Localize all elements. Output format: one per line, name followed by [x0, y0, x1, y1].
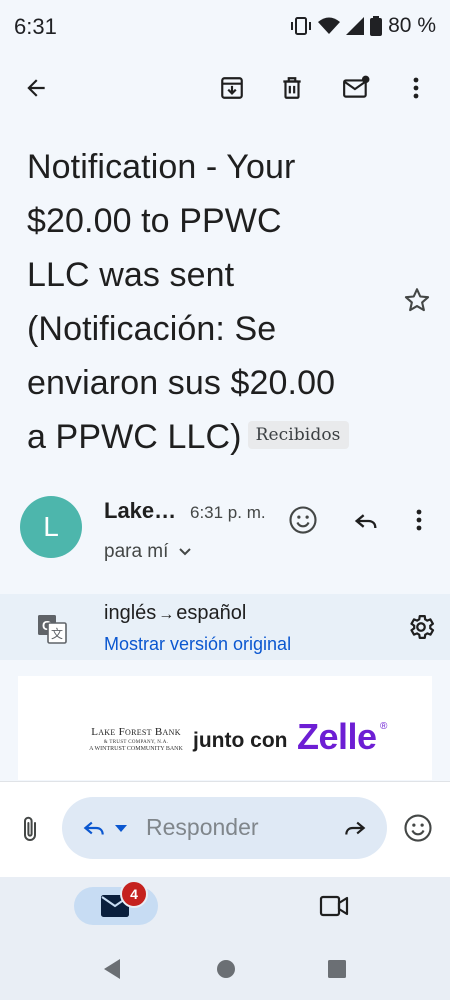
- arrow-back-icon: [23, 75, 49, 101]
- forward-button[interactable]: [341, 815, 369, 841]
- video-camera-icon: [319, 894, 349, 918]
- reply-placeholder: Responder: [146, 814, 259, 840]
- trash-icon: [279, 75, 305, 101]
- reply-type-dropdown[interactable]: [80, 815, 128, 841]
- status-icons: 80 %: [290, 14, 436, 38]
- battery-percent: 80 %: [388, 14, 436, 37]
- attach-button[interactable]: [18, 815, 42, 843]
- back-button[interactable]: [16, 68, 56, 108]
- subject-line: a PPWC LLC) Recibidos: [27, 410, 407, 464]
- add-reaction-button[interactable]: [288, 505, 318, 535]
- system-home-button[interactable]: [215, 958, 237, 980]
- unread-count-badge: 4: [120, 880, 148, 908]
- subject-line: $20.00 to PPWC: [27, 202, 282, 240]
- battery-icon: [370, 16, 383, 36]
- nav-meet-tab[interactable]: [319, 894, 349, 918]
- more-vert-icon: [412, 76, 420, 100]
- forward-icon: [341, 815, 369, 841]
- recipient-label: para mí: [104, 541, 169, 562]
- zelle-logo: Zelle: [297, 716, 377, 757]
- translate-icon: G 文: [37, 614, 67, 644]
- more-vert-icon: [415, 508, 423, 532]
- subject-line: (Notificación: Se: [27, 310, 277, 348]
- emoji-button[interactable]: [403, 813, 433, 843]
- system-back-button[interactable]: [102, 958, 122, 980]
- svg-text:文: 文: [51, 626, 63, 641]
- subject-line-text: a PPWC LLC): [27, 418, 242, 456]
- square-recents-icon: [327, 959, 347, 979]
- emoji-icon: [288, 505, 318, 535]
- system-recents-button[interactable]: [327, 959, 347, 979]
- signal-icon: [346, 17, 365, 35]
- email-subject: Notification - Your $20.00 to PPWC LLC w…: [27, 140, 407, 464]
- translation-arrow: →: [158, 606, 175, 623]
- sender-name[interactable]: Lake…: [104, 498, 176, 524]
- status-time: 6:31: [14, 14, 57, 39]
- email-time: 6:31 p. m.: [190, 503, 266, 522]
- subject-line: enviaron sus $20.00: [27, 364, 336, 402]
- archive-button[interactable]: [212, 68, 252, 108]
- translation-languages: inglés → español: [104, 602, 246, 625]
- emoji-icon: [403, 813, 433, 843]
- mark-unread-icon: [342, 75, 370, 101]
- subject-line: Notification - Your: [27, 148, 296, 186]
- target-language: español: [176, 602, 247, 624]
- translation-settings-button[interactable]: [406, 612, 436, 642]
- zelle-registered-mark: ®: [380, 721, 388, 732]
- caret-down-icon: [114, 823, 128, 833]
- bank-tagline: & TRUST COMPANY, N.A.: [103, 740, 169, 745]
- delete-button[interactable]: [272, 68, 312, 108]
- inbox-label-chip[interactable]: Recibidos: [247, 421, 349, 450]
- triangle-back-icon: [102, 958, 122, 980]
- reply-icon: [80, 815, 108, 841]
- vibrate-icon: [290, 17, 312, 35]
- message-more-button[interactable]: [415, 508, 423, 532]
- bank-logo: Lake Forest Bank & TRUST COMPANY, N.A. A…: [82, 726, 190, 752]
- bank-parent: A WINTRUST COMMUNITY BANK: [89, 746, 183, 752]
- bank-name: Lake Forest Bank: [91, 726, 181, 738]
- junto-con-text: junto con: [193, 729, 288, 752]
- recipient-details-toggle[interactable]: para mí: [104, 541, 192, 563]
- reply-button[interactable]: [352, 507, 380, 535]
- archive-icon: [219, 75, 245, 101]
- wifi-icon: [318, 17, 341, 35]
- paperclip-icon: [18, 815, 42, 843]
- mark-unread-button[interactable]: [336, 68, 376, 108]
- circle-home-icon: [215, 958, 237, 980]
- sender-avatar[interactable]: L: [20, 496, 82, 558]
- more-options-button[interactable]: [396, 68, 436, 108]
- star-button[interactable]: [403, 286, 431, 314]
- bottom-navigation: [0, 877, 450, 943]
- show-original-link[interactable]: Mostrar versión original: [104, 634, 291, 655]
- star-outline-icon: [403, 286, 431, 314]
- reply-icon: [352, 507, 380, 535]
- chevron-down-icon: [178, 547, 192, 557]
- subject-line: LLC was sent: [27, 256, 235, 294]
- gear-icon: [406, 612, 436, 642]
- source-language: inglés: [104, 602, 157, 624]
